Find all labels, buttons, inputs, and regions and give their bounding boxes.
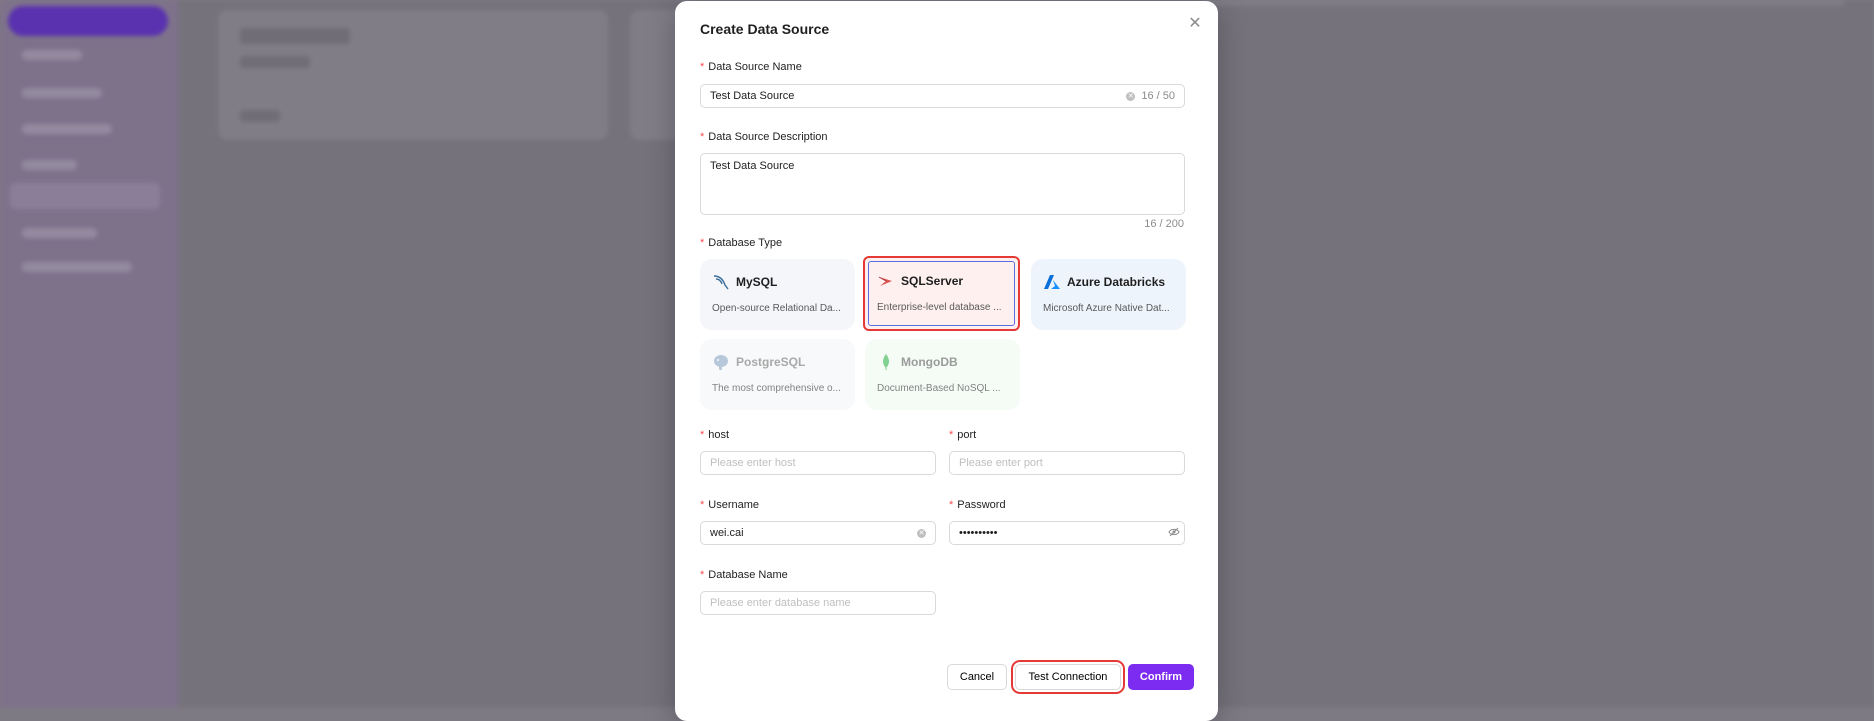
label-text: Password [957, 499, 1006, 511]
db-type-name: PostgreSQL [736, 355, 806, 369]
data-source-name-input[interactable] [710, 90, 1121, 102]
password-field[interactable] [949, 521, 1185, 545]
db-type-description: Document-Based NoSQL ... [877, 383, 1001, 394]
eye-invisible-icon[interactable] [1168, 527, 1180, 540]
confirm-button[interactable]: Confirm [1128, 664, 1194, 690]
name-char-counter: 16 / 50 [1141, 90, 1175, 102]
required-marker: * [949, 429, 954, 441]
label-text: Username [708, 499, 760, 511]
required-marker: * [700, 237, 705, 249]
required-marker: * [700, 569, 705, 581]
clear-icon[interactable]: ✕ [1126, 91, 1136, 101]
close-icon[interactable]: ✕ [1186, 15, 1204, 33]
password-label: * Password [949, 499, 1006, 511]
label-text: Database Name [708, 569, 788, 581]
label-text: host [708, 429, 730, 441]
azure-icon [1043, 273, 1061, 291]
db-type-name: SQLServer [901, 274, 964, 288]
label-text: Data Source Description [708, 131, 828, 143]
password-input[interactable] [954, 524, 1162, 542]
cancel-button[interactable]: Cancel [947, 664, 1007, 690]
data-source-name-label: * Data Source Name [700, 61, 802, 73]
port-input[interactable] [959, 457, 1175, 469]
data-source-name-field[interactable]: ✕ 16 / 50 [700, 84, 1185, 108]
clear-icon[interactable]: ✕ [917, 528, 926, 538]
label-text: Data Source Name [708, 61, 802, 73]
db-type-name: MySQL [736, 275, 778, 289]
db-type-name: Azure Databricks [1067, 275, 1166, 289]
port-label: * port [949, 429, 976, 441]
modal-title: Create Data Source [700, 21, 830, 37]
db-type-card-mongodb[interactable]: MongoDB Document-Based NoSQL ... [865, 339, 1020, 410]
db-type-description: Enterprise-level database ... [877, 302, 1002, 313]
database-name-label: * Database Name [700, 569, 788, 581]
database-name-field[interactable] [700, 591, 936, 615]
required-marker: * [700, 61, 705, 73]
host-field[interactable] [700, 451, 936, 475]
label-text: port [957, 429, 977, 441]
db-type-name: MongoDB [901, 355, 958, 369]
label-text: Database Type [708, 237, 783, 249]
db-type-description: Open-source Relational Da... [712, 303, 841, 314]
db-type-card-sqlserver[interactable]: SQLServer Enterprise-level database ... [863, 256, 1020, 331]
database-name-input[interactable] [710, 597, 926, 609]
sqlserver-icon [877, 272, 895, 290]
data-source-description-label: * Data Source Description [700, 131, 828, 143]
data-source-description-textarea[interactable]: Test Data Source [700, 153, 1185, 215]
required-marker: * [700, 499, 705, 511]
required-marker: * [700, 131, 705, 143]
description-char-counter: 16 / 200 [1144, 218, 1184, 230]
db-type-description: Microsoft Azure Native Dat... [1043, 303, 1170, 314]
db-type-card-postgresql[interactable]: PostgreSQL The most comprehensive o... [700, 339, 855, 410]
required-marker: * [949, 499, 954, 511]
db-type-card-mysql[interactable]: MySQL Open-source Relational Da... [700, 259, 855, 330]
database-type-label: * Database Type [700, 237, 782, 249]
mongodb-leaf-icon [877, 353, 895, 371]
test-connection-button[interactable]: Test Connection [1011, 660, 1125, 694]
host-input[interactable] [710, 457, 926, 469]
username-input[interactable] [710, 527, 911, 539]
required-marker: * [700, 429, 705, 441]
db-type-card-azure-databricks[interactable]: Azure Databricks Microsoft Azure Native … [1031, 259, 1186, 330]
username-field[interactable]: ✕ [700, 521, 936, 545]
db-type-description: The most comprehensive o... [712, 383, 841, 394]
mysql-dolphin-icon [712, 273, 730, 291]
username-label: * Username [700, 499, 759, 511]
port-field[interactable] [949, 451, 1185, 475]
create-data-source-modal: Create Data Source ✕ *Data Source Name ✕… [675, 1, 1218, 721]
postgresql-elephant-icon [712, 353, 730, 371]
host-label: * host [700, 429, 729, 441]
